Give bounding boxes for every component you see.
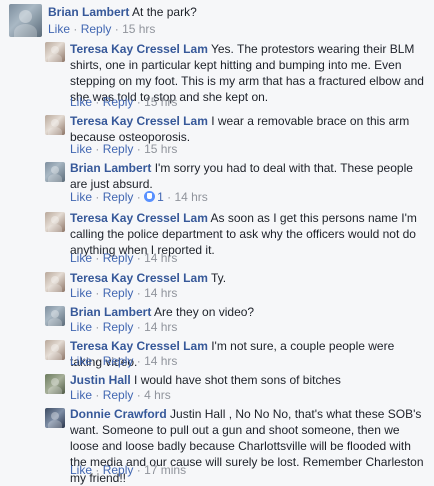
separator: · bbox=[136, 463, 141, 477]
comment-actions: Like · Reply · 15 hrs bbox=[48, 22, 155, 36]
like-link[interactable]: Like bbox=[70, 95, 92, 109]
separator: · bbox=[95, 95, 100, 109]
timestamp[interactable]: 4 hrs bbox=[144, 388, 171, 402]
separator: · bbox=[95, 190, 100, 204]
comment-actions: Like · Reply · 14 hrs bbox=[70, 286, 177, 300]
comment-author[interactable]: Teresa Kay Cressel Lam bbox=[70, 114, 208, 128]
comment-author[interactable]: Brian Lambert bbox=[70, 161, 151, 175]
comment-actions: Like · Reply · 15 hrs bbox=[70, 95, 177, 109]
comment-author[interactable]: Teresa Kay Cressel Lam bbox=[70, 339, 208, 353]
separator: · bbox=[136, 251, 141, 265]
reply-link[interactable]: Reply bbox=[81, 22, 112, 36]
comment-author[interactable]: Teresa Kay Cressel Lam bbox=[70, 211, 208, 225]
like-link[interactable]: Like bbox=[70, 142, 92, 156]
reaction-count[interactable]: 1 bbox=[144, 190, 164, 204]
comment-author[interactable]: Teresa Kay Cressel Lam bbox=[70, 42, 208, 56]
separator: · bbox=[136, 354, 141, 368]
separator: · bbox=[95, 142, 100, 156]
like-link[interactable]: Like bbox=[70, 388, 92, 402]
comment-actions: Like · Reply · 14 hrs bbox=[70, 354, 177, 368]
avatar[interactable] bbox=[45, 162, 65, 182]
timestamp[interactable]: 14 hrs bbox=[144, 251, 177, 265]
avatar[interactable] bbox=[45, 340, 65, 360]
reply-link[interactable]: Reply bbox=[103, 286, 134, 300]
separator: · bbox=[114, 22, 119, 36]
comment-text: Ty. bbox=[210, 271, 227, 285]
separator: · bbox=[136, 286, 141, 300]
avatar[interactable] bbox=[45, 272, 65, 292]
separator: · bbox=[167, 190, 172, 204]
separator: · bbox=[95, 320, 100, 334]
reply-link[interactable]: Reply bbox=[103, 320, 134, 334]
timestamp[interactable]: 14 hrs bbox=[144, 320, 177, 334]
comment-actions: Like · Reply · 17 mins bbox=[70, 463, 186, 477]
like-link[interactable]: Like bbox=[70, 190, 92, 204]
timestamp[interactable]: 14 hrs bbox=[174, 190, 207, 204]
like-link[interactable]: Like bbox=[70, 320, 92, 334]
separator: · bbox=[95, 463, 100, 477]
separator: · bbox=[136, 142, 141, 156]
reply-link[interactable]: Reply bbox=[103, 95, 134, 109]
separator: · bbox=[136, 320, 141, 334]
avatar[interactable] bbox=[9, 4, 42, 37]
reply-link[interactable]: Reply bbox=[103, 251, 134, 265]
timestamp[interactable]: 15 hrs bbox=[144, 95, 177, 109]
reply-link[interactable]: Reply bbox=[103, 190, 134, 204]
separator: · bbox=[136, 190, 141, 204]
comment-actions: Like · Reply · 4 hrs bbox=[70, 388, 171, 402]
timestamp[interactable]: 15 hrs bbox=[122, 22, 155, 36]
avatar[interactable] bbox=[45, 115, 65, 135]
separator: · bbox=[136, 388, 141, 402]
avatar[interactable] bbox=[45, 306, 65, 326]
reply-link[interactable]: Reply bbox=[103, 354, 134, 368]
separator: · bbox=[95, 251, 100, 265]
comment-author[interactable]: Brian Lambert bbox=[48, 5, 129, 19]
comment-actions: Like · Reply · 14 hrs bbox=[70, 251, 177, 265]
comment-text: At the park? bbox=[132, 5, 197, 19]
like-link[interactable]: Like bbox=[70, 251, 92, 265]
separator: · bbox=[95, 388, 100, 402]
comment-actions: Like · Reply · 15 hrs bbox=[70, 142, 177, 156]
like-link[interactable]: Like bbox=[70, 354, 92, 368]
reply-link[interactable]: Reply bbox=[103, 463, 134, 477]
comment-actions: Like · Reply · 14 hrs bbox=[70, 320, 177, 334]
separator: · bbox=[136, 95, 141, 109]
like-link[interactable]: Like bbox=[48, 22, 70, 36]
comment-author[interactable]: Justin Hall bbox=[70, 373, 131, 387]
like-link[interactable]: Like bbox=[70, 286, 92, 300]
timestamp[interactable]: 14 hrs bbox=[144, 354, 177, 368]
reply-link[interactable]: Reply bbox=[103, 388, 134, 402]
separator: · bbox=[95, 354, 100, 368]
comment-text: I would have shot them sons of bitches bbox=[134, 373, 341, 387]
comment-author[interactable]: Teresa Kay Cressel Lam bbox=[70, 271, 208, 285]
avatar[interactable] bbox=[45, 374, 65, 394]
avatar[interactable] bbox=[45, 212, 65, 232]
separator: · bbox=[73, 22, 78, 36]
like-reaction-icon bbox=[144, 191, 156, 202]
separator: · bbox=[95, 286, 100, 300]
avatar[interactable] bbox=[45, 42, 65, 62]
reply-link[interactable]: Reply bbox=[103, 142, 134, 156]
timestamp[interactable]: 17 mins bbox=[144, 463, 186, 477]
timestamp[interactable]: 15 hrs bbox=[144, 142, 177, 156]
comment-actions: Like · Reply · 1 · 14 hrs bbox=[70, 190, 208, 204]
comment-author[interactable]: Donnie Crawford bbox=[70, 407, 167, 421]
timestamp[interactable]: 14 hrs bbox=[144, 286, 177, 300]
like-link[interactable]: Like bbox=[70, 463, 92, 477]
comment-author[interactable]: Brian Lambert bbox=[70, 305, 151, 319]
comment-text: Are they on video? bbox=[154, 305, 255, 319]
avatar[interactable] bbox=[45, 408, 65, 428]
